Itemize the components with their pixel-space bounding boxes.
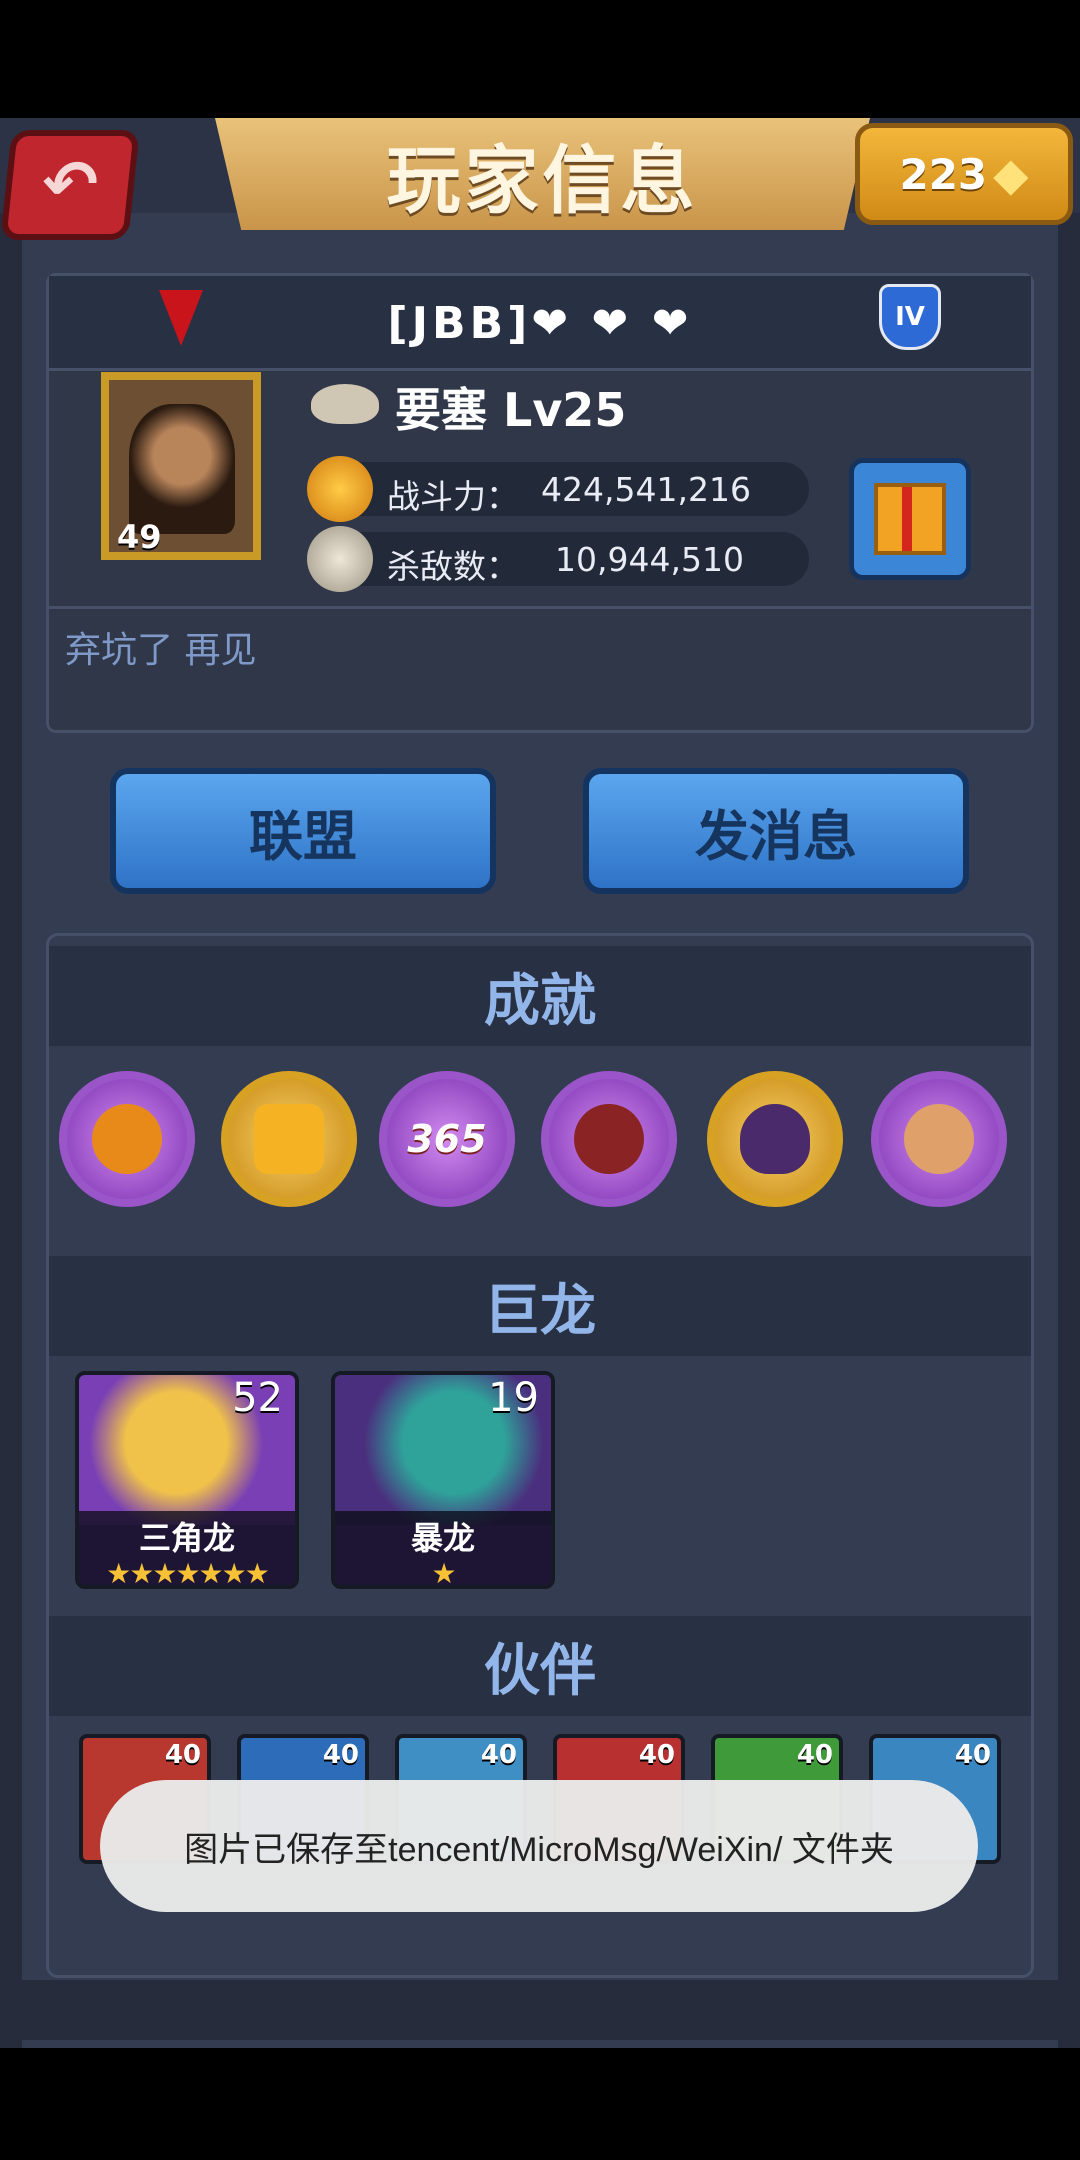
partner-level: 40 bbox=[480, 1740, 517, 1770]
page-title: 玩家信息 bbox=[386, 137, 699, 224]
caveman-king-icon[interactable] bbox=[871, 1071, 1007, 1207]
partner-level: 40 bbox=[796, 1740, 833, 1770]
player-info-panel: [JBB]❤ ❤ ❤ IV 49 要塞 Lv25 战斗力： 424,541,21… bbox=[46, 273, 1034, 733]
dragons-title: 巨龙 bbox=[484, 1278, 596, 1344]
avatar-level: 49 bbox=[117, 518, 162, 556]
achievements-title: 成就 bbox=[484, 968, 596, 1034]
calendar-365-text: 365 bbox=[407, 1117, 487, 1161]
send-message-button-label: 发消息 bbox=[695, 804, 857, 868]
partner-level: 40 bbox=[164, 1740, 201, 1770]
dragon-stars: ★ bbox=[431, 1557, 456, 1589]
title-banner: 玩家信息 bbox=[215, 118, 870, 230]
gem-counter[interactable]: 223 ◆ bbox=[855, 123, 1073, 225]
dragon-level: 52 bbox=[232, 1375, 283, 1421]
divider bbox=[49, 606, 1031, 609]
dragon-level: 19 bbox=[488, 1375, 539, 1421]
rank-badge-icon: IV bbox=[879, 284, 941, 350]
amber-fossil-icon[interactable] bbox=[59, 1071, 195, 1207]
back-arrow-icon: ↶ bbox=[38, 146, 102, 223]
dragon-card-trex[interactable]: 19 暴龙 ★ bbox=[331, 1371, 555, 1589]
alliance-button[interactable]: 联盟 bbox=[110, 768, 496, 894]
dragon-card-triceratops[interactable]: 52 三角龙 ★★★★★★★ bbox=[75, 1371, 299, 1589]
dragon-name: 三角龙 bbox=[138, 1519, 235, 1557]
dragon-egg bbox=[740, 1104, 810, 1174]
partner-level: 40 bbox=[954, 1740, 991, 1770]
power-stat: 战斗力： 424,541,216 bbox=[307, 456, 809, 522]
power-value: 424,541,216 bbox=[541, 470, 751, 509]
game-screen: ↶ 玩家信息 223 ◆ [JBB]❤ ❤ ❤ IV 49 要塞 Lv25 战斗… bbox=[0, 118, 1080, 2048]
gift-button[interactable] bbox=[849, 458, 971, 580]
caveman-face bbox=[904, 1104, 974, 1174]
skull-icon bbox=[307, 526, 373, 592]
star-dragon bbox=[574, 1104, 644, 1174]
player-tag-bar: [JBB]❤ ❤ ❤ IV bbox=[49, 276, 1031, 371]
power-label: 战斗力： bbox=[387, 477, 519, 516]
send-message-button[interactable]: 发消息 bbox=[583, 768, 969, 894]
partner-level: 40 bbox=[638, 1740, 675, 1770]
player-name: 要塞 Lv25 bbox=[395, 383, 627, 437]
dragon-name-bar: 暴龙 ★ bbox=[335, 1511, 551, 1585]
player-signature: 弃坑了 再见 bbox=[65, 630, 257, 671]
partners-title: 伙伴 bbox=[484, 1638, 596, 1704]
dragon-egg-icon[interactable] bbox=[707, 1071, 843, 1207]
dragon-stars: ★★★★★★★ bbox=[106, 1557, 270, 1589]
gem-count: 223 bbox=[899, 149, 988, 199]
gift-icon bbox=[874, 483, 946, 555]
gold-ore bbox=[254, 1104, 324, 1174]
save-toast: 图片已保存至tencent/MicroMsg/WeiXin/ 文件夹 bbox=[100, 1780, 978, 1912]
alliance-button-label: 联盟 bbox=[249, 804, 357, 868]
amber-gem bbox=[92, 1104, 162, 1174]
calendar-365-icon[interactable]: 365 bbox=[379, 1071, 515, 1207]
achievements-header: 成就 bbox=[49, 946, 1031, 1046]
phoenix-icon bbox=[307, 456, 373, 522]
partner-level: 40 bbox=[322, 1740, 359, 1770]
toast-message: 图片已保存至tencent/MicroMsg/WeiXin/ 文件夹 bbox=[184, 1830, 894, 1869]
kills-value: 10,944,510 bbox=[555, 540, 744, 579]
stone-frame-bottom bbox=[0, 1980, 1080, 2040]
kills-stat: 杀敌数： 10,944,510 bbox=[307, 526, 809, 592]
achievement-list: 365 bbox=[59, 1071, 1029, 1211]
horned-skull-icon bbox=[311, 384, 379, 424]
dragon-name-bar: 三角龙 ★★★★★★★ bbox=[79, 1511, 295, 1585]
diamond-icon: ◆ bbox=[993, 147, 1029, 201]
back-button[interactable]: ↶ bbox=[0, 130, 140, 240]
dragon-name: 暴龙 bbox=[410, 1519, 475, 1557]
dragons-header: 巨龙 bbox=[49, 1256, 1031, 1356]
hero-portrait bbox=[129, 404, 235, 534]
gold-ore-icon[interactable] bbox=[221, 1071, 357, 1207]
partners-header: 伙伴 bbox=[49, 1616, 1031, 1716]
kills-label: 杀敌数： bbox=[387, 547, 519, 586]
player-avatar[interactable]: 49 bbox=[101, 372, 261, 560]
star-dragon-icon[interactable] bbox=[541, 1071, 677, 1207]
